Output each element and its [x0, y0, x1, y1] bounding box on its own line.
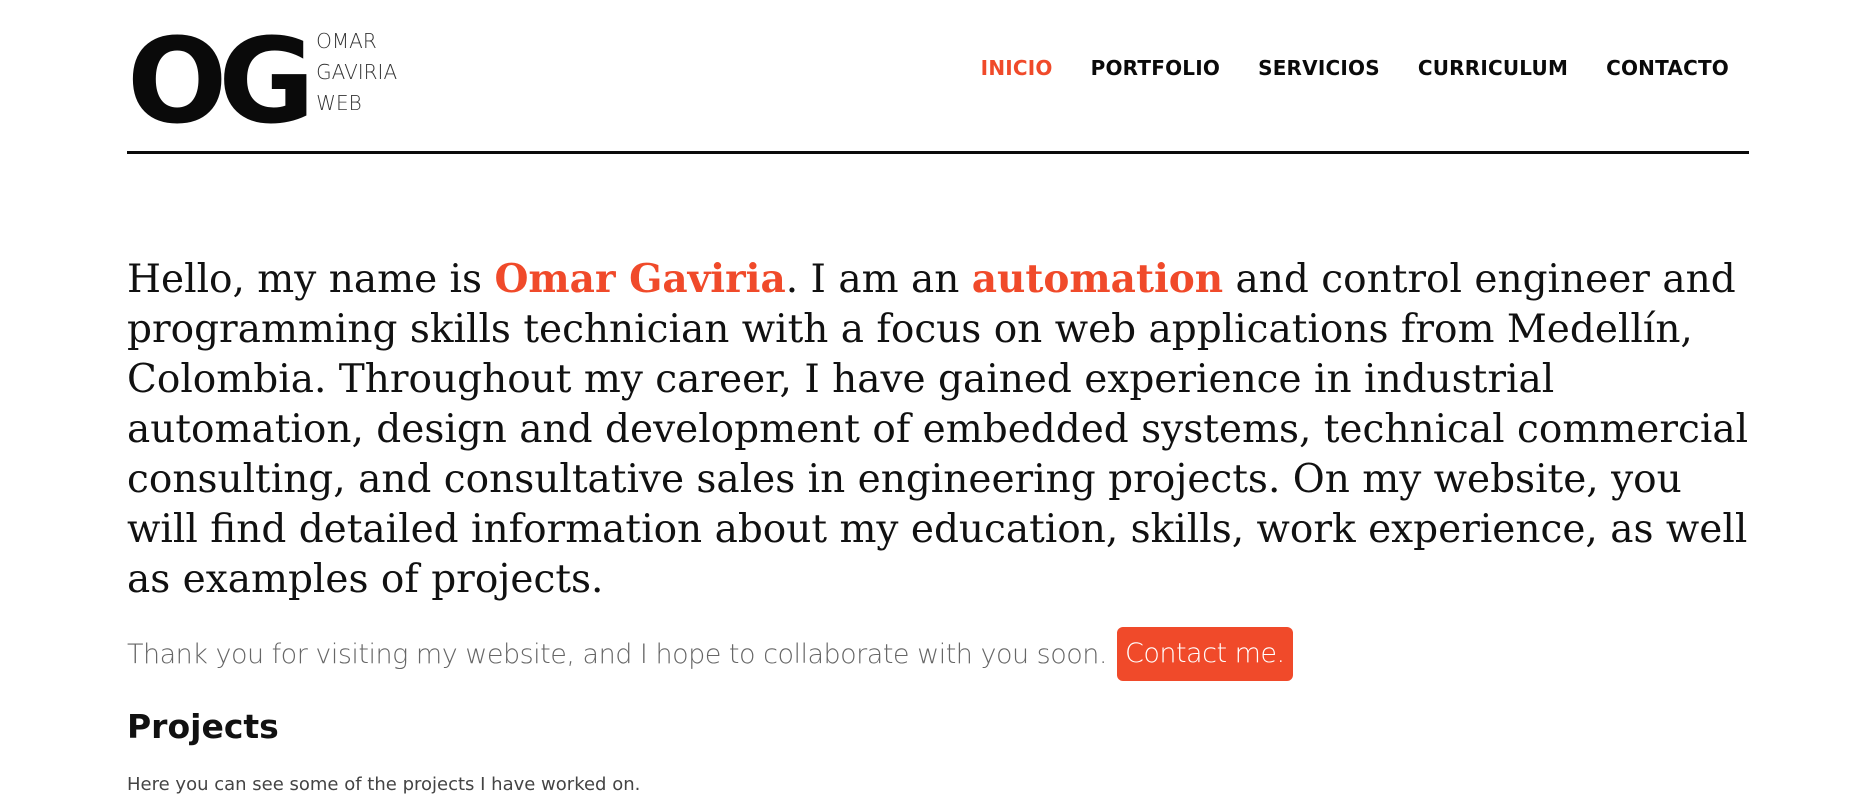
- nav-item-curriculum[interactable]: CURRICULUM: [1418, 56, 1568, 80]
- thanks-row: Thank you for visiting my website, and I…: [127, 627, 1293, 681]
- page-container: OG OMAR GAVIRIA WEB INICIO PORTFOLIO SER…: [127, 0, 1749, 795]
- nav-item-inicio[interactable]: INICIO: [981, 56, 1053, 80]
- intro-text-3: and control engineer and programming ski…: [127, 257, 1749, 602]
- site-logo[interactable]: OG OMAR GAVIRIA WEB: [127, 20, 397, 140]
- logo-text: OMAR GAVIRIA WEB: [316, 26, 397, 119]
- logo-line-gaviria: GAVIRIA: [316, 60, 398, 84]
- intro-text-2: . I am an: [785, 257, 972, 302]
- header-divider: [127, 151, 1749, 154]
- intro-paragraph: Hello, my name is Omar Gaviria. I am an …: [127, 254, 1749, 605]
- intro-name: Omar Gaviria: [494, 256, 786, 302]
- nav-item-servicios[interactable]: SERVICIOS: [1258, 56, 1380, 80]
- main-nav: INICIO PORTFOLIO SERVICIOS CURRICULUM CO…: [981, 56, 1729, 80]
- logo-mark: OG: [127, 12, 315, 150]
- nav-item-contacto[interactable]: CONTACTO: [1606, 56, 1729, 80]
- thanks-text: Thank you for visiting my website, and I…: [127, 638, 1107, 670]
- logo-line-omar: OMAR: [316, 29, 377, 53]
- intro-text-1: Hello, my name is: [127, 257, 495, 302]
- projects-heading: Projects: [127, 707, 279, 746]
- nav-item-portfolio[interactable]: PORTFOLIO: [1091, 56, 1220, 80]
- site-header: OG OMAR GAVIRIA WEB INICIO PORTFOLIO SER…: [127, 0, 1749, 154]
- intro-highlight: automation: [971, 256, 1224, 302]
- logo-line-web: WEB: [316, 91, 362, 115]
- projects-subtitle: Here you can see some of the projects I …: [127, 774, 641, 795]
- contact-me-button[interactable]: Contact me.: [1116, 627, 1293, 681]
